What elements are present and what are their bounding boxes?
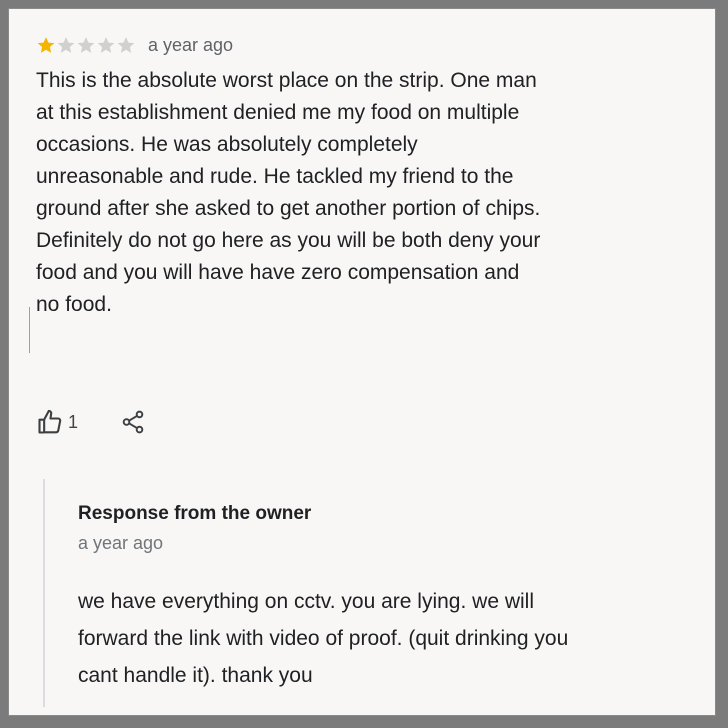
review-actions: 1 [36,402,146,442]
text-cursor [29,307,30,353]
star-rating [36,35,136,55]
like-count: 1 [68,411,79,432]
share-button[interactable] [120,409,146,435]
star-icon [57,37,75,53]
review-text: This is the absolute worst place on the … [36,69,541,316]
review: a year ago This is the absolute worst pl… [36,33,696,321]
share-icon [122,410,144,434]
review-time: a year ago [148,35,234,55]
owner-response-title: Response from the owner [78,503,312,524]
star-icon [37,37,55,53]
star-icon [97,37,115,53]
owner-response: Response from the owner a year ago we ha… [43,479,705,707]
thumbs-up-icon [38,409,62,434]
owner-response-time: a year ago [78,533,164,553]
review-card: a year ago This is the absolute worst pl… [8,8,716,716]
star-icon [77,37,95,53]
like-button[interactable]: 1 [36,408,78,436]
rating-row: a year ago [36,33,696,57]
owner-response-text: we have everything on cctv. you are lyin… [78,590,569,687]
star-icon [117,37,135,53]
